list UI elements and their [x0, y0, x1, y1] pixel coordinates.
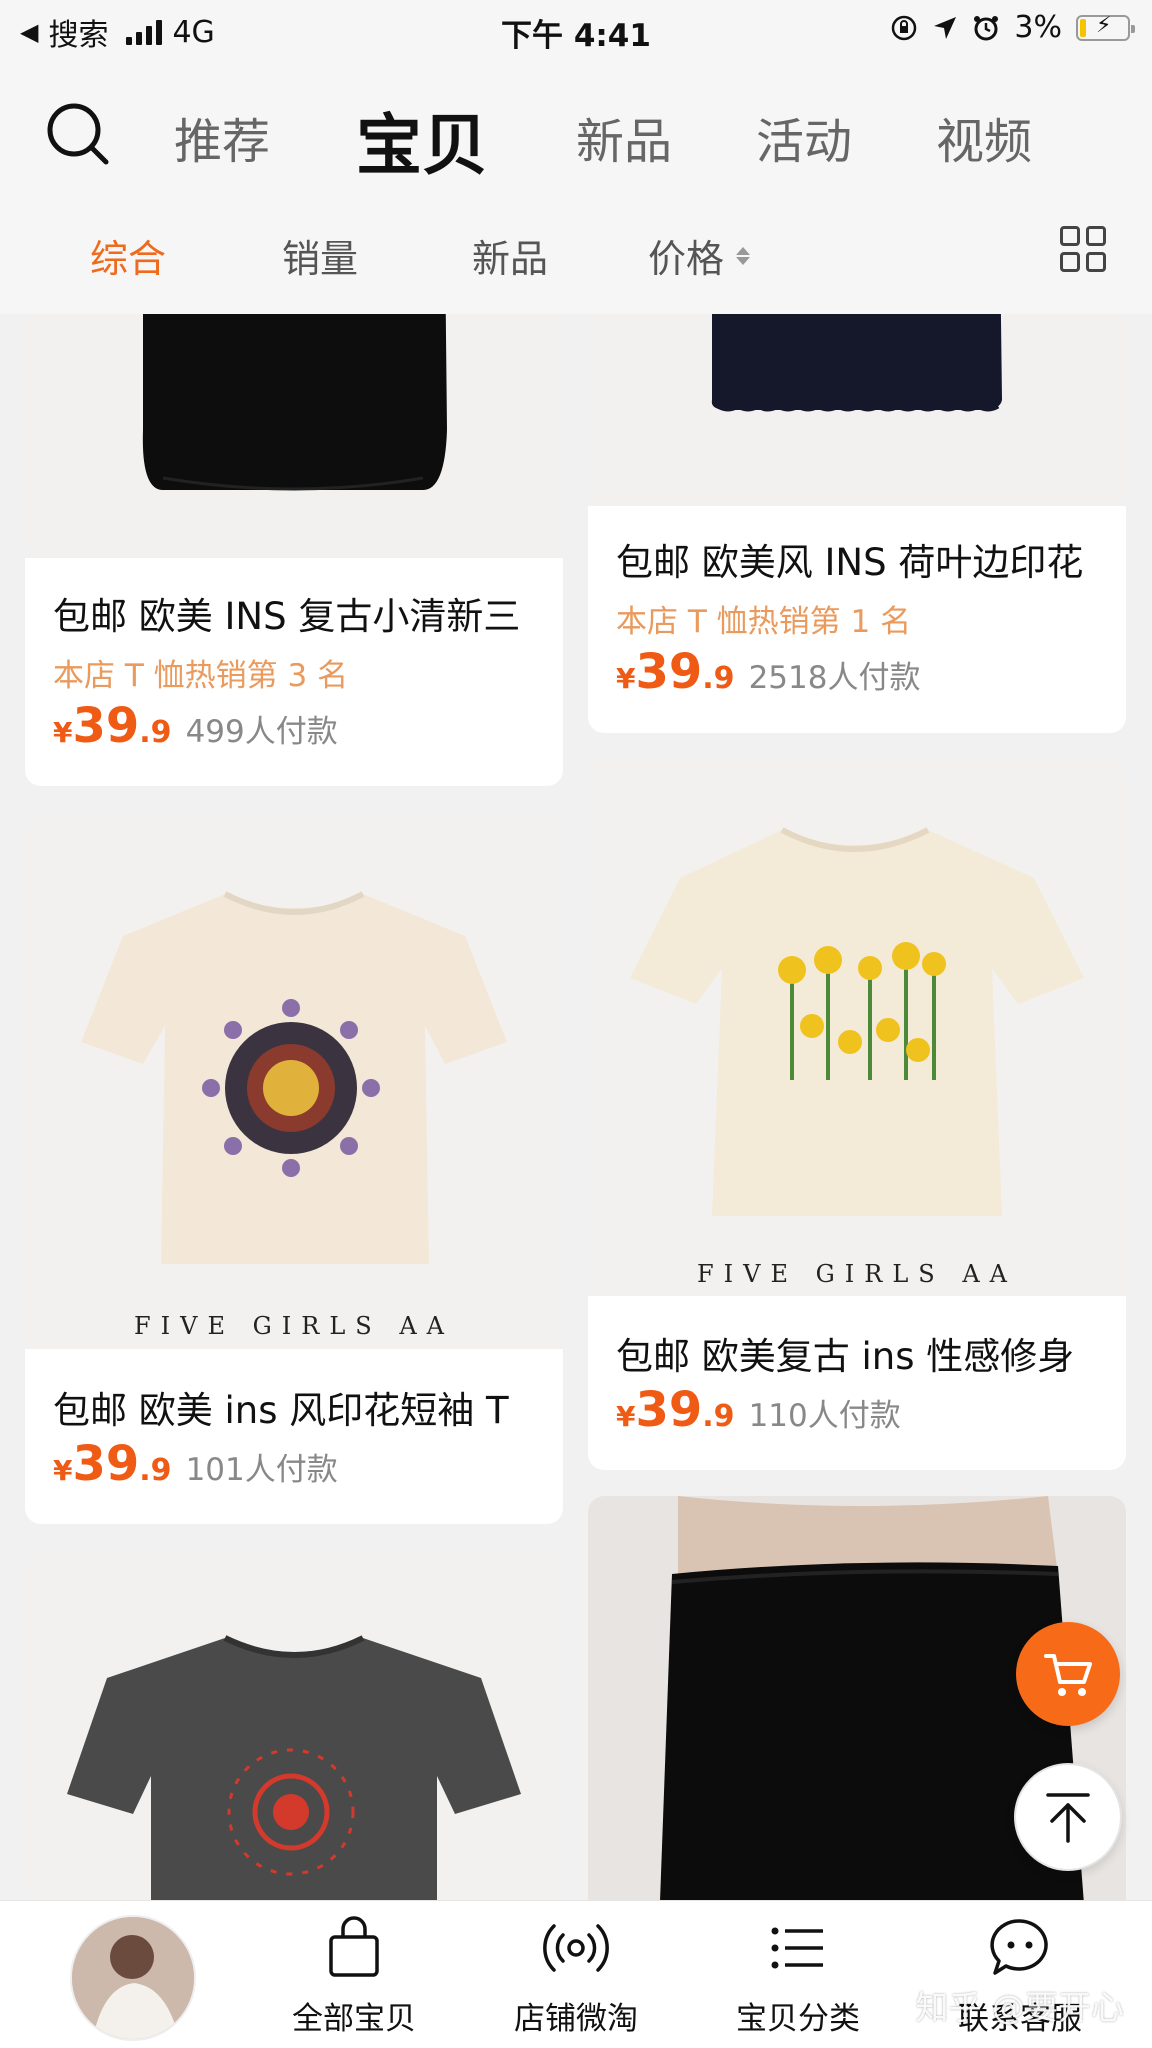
status-bar: ◀ 搜索 4G 下午 4:41 3% ⚡	[0, 0, 1152, 58]
sort-price[interactable]: 价格	[648, 228, 751, 283]
tab-categories-label: 宝贝分类	[736, 2001, 860, 2037]
shop-bottom-bar: 全部宝贝 店铺微淘 宝贝分类 联系客服 知乎 @要开心	[0, 1900, 1152, 2048]
sort-bar: 综合 销量 新品 价格	[0, 208, 1152, 314]
shopping-bag-icon	[329, 1916, 379, 1977]
sort-overall-label: 综合	[90, 237, 167, 281]
product-card[interactable]	[25, 1550, 563, 1950]
rotation-lock-icon	[892, 15, 917, 40]
tab-categories[interactable]: 宝贝分类	[703, 1915, 893, 2038]
black-skirt-image	[658, 1496, 1088, 1956]
product-card[interactable]: 包邮 欧美 INS 复古小清新三 本店 T 恤热销第 3 名 ¥ 39 .9 4…	[25, 250, 563, 786]
product-title: 包邮 欧美复古 ins 性感修身	[616, 1335, 1075, 1378]
arrow-up-icon	[1046, 1793, 1090, 1843]
product-title: 包邮 欧美 INS 复古小清新三	[53, 595, 521, 638]
battery-percent: 3%	[1014, 10, 1062, 45]
product-card[interactable]: FIVE GIRLS AA 包邮 欧美复古 ins 性感修身 ¥ 39 .9 1…	[588, 760, 1126, 1470]
sort-overall[interactable]: 综合	[90, 228, 166, 283]
price-integer: 39	[635, 644, 703, 700]
sales-count: 110人付款	[748, 1398, 901, 1434]
tab-all-items-label: 全部宝贝	[292, 2001, 416, 2037]
back-to-top-button[interactable]	[1014, 1763, 1122, 1871]
price-currency: ¥	[53, 1454, 73, 1487]
brand-caption: FIVE GIRLS AA	[696, 1260, 1017, 1288]
sort-sales-label: 销量	[282, 237, 359, 281]
network-type: 4G	[172, 14, 215, 50]
price-integer: 39	[72, 698, 140, 754]
product-card[interactable]: 包邮 欧美风 INS 荷叶边印花 本店 T 恤热销第 1 名 ¥ 39 .9 2…	[588, 250, 1126, 733]
product-card[interactable]: FIVE GIRLS AA 包邮 欧美 ins 风印花短袖 T ¥ 39 .9 …	[25, 812, 563, 1524]
price-currency: ¥	[53, 716, 73, 749]
cart-button[interactable]	[1016, 1622, 1120, 1726]
sun-print-tshirt-image	[81, 891, 507, 1264]
product-rank-badge: 本店 T 恤热销第 3 名	[53, 658, 349, 694]
broadcast-icon	[543, 1924, 609, 1972]
tab-shop-feed-label: 店铺微淘	[514, 2001, 638, 2037]
tab-recommend[interactable]: 推荐	[174, 102, 270, 172]
tab-events[interactable]: 活动	[756, 102, 852, 172]
tab-items[interactable]: 宝贝	[356, 92, 488, 188]
price-row: ¥ 39 .9 499人付款	[53, 698, 338, 754]
alarm-icon	[974, 15, 999, 40]
product-image	[588, 1496, 1126, 1956]
product-image	[25, 1550, 563, 1950]
floral-print-tshirt-image	[630, 827, 1084, 1216]
shop-avatar[interactable]	[70, 1915, 196, 2041]
tab-new[interactable]: 新品	[576, 102, 672, 172]
price-decimal: .9	[139, 1453, 172, 1488]
sort-new[interactable]: 新品	[472, 228, 548, 283]
price-row: ¥ 39 .9 110人付款	[616, 1382, 901, 1438]
grid-view-icon[interactable]	[1060, 226, 1106, 272]
back-to-search-label[interactable]: 搜索	[48, 10, 108, 54]
tab-all-items[interactable]: 全部宝贝	[259, 1915, 449, 2038]
price-decimal: .9	[702, 661, 735, 696]
brand-caption: FIVE GIRLS AA	[133, 1312, 454, 1340]
search-icon[interactable]	[44, 100, 114, 170]
price-currency: ¥	[616, 662, 636, 695]
tab-shop-feed[interactable]: 店铺微淘	[481, 1915, 671, 2038]
sort-price-label: 价格	[648, 237, 725, 281]
battery-icon: ⚡	[1076, 13, 1135, 41]
watermark: 知乎 @要开心	[915, 1988, 1125, 2027]
price-integer: 39	[635, 1382, 703, 1438]
price-currency: ¥	[616, 1400, 636, 1433]
cart-icon	[1044, 1654, 1092, 1696]
product-image: FIVE GIRLS AA	[25, 812, 563, 1349]
product-title: 包邮 欧美 ins 风印花短袖 T	[53, 1389, 509, 1432]
price-integer: 39	[72, 1436, 140, 1492]
chat-icon	[990, 1919, 1048, 1975]
product-rank-badge: 本店 T 恤热销第 1 名	[616, 604, 912, 640]
sales-count: 499人付款	[185, 714, 338, 750]
shop-top-nav: 推荐 宝贝 新品 活动 视频	[0, 58, 1152, 208]
sort-sales[interactable]: 销量	[282, 228, 358, 283]
grey-sun-tshirt-image	[67, 1635, 521, 1950]
sort-new-label: 新品	[472, 237, 549, 281]
price-row: ¥ 39 .9 101人付款	[53, 1436, 338, 1492]
product-title: 包邮 欧美风 INS 荷叶边印花	[616, 541, 1084, 584]
product-card[interactable]	[588, 1496, 1126, 1956]
sales-count: 2518人付款	[748, 660, 921, 696]
list-icon	[771, 1927, 823, 1969]
back-arrow-icon[interactable]: ◀	[20, 18, 38, 46]
product-image: FIVE GIRLS AA	[588, 760, 1126, 1296]
tab-video[interactable]: 视频	[936, 102, 1032, 172]
price-decimal: .9	[702, 1399, 735, 1434]
price-row: ¥ 39 .9 2518人付款	[616, 644, 920, 700]
sales-count: 101人付款	[185, 1452, 338, 1488]
signal-icon	[126, 19, 163, 45]
location-arrow-icon	[934, 16, 957, 39]
price-decimal: .9	[139, 715, 172, 750]
sort-direction-icon	[736, 246, 751, 265]
